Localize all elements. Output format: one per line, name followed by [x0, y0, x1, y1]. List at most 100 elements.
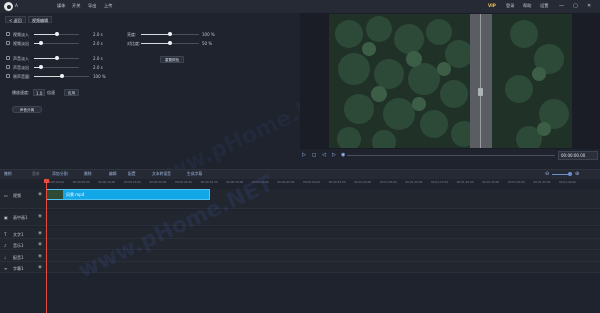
ruler-tick-label: 00:01:10.00 — [405, 180, 423, 184]
apply-button[interactable]: 应用 — [64, 89, 79, 96]
playback-progress[interactable] — [347, 155, 555, 156]
prev-frame-icon[interactable]: ◁ — [322, 152, 326, 158]
ruler-tick-label: 00:00:00.00 — [47, 180, 65, 184]
ruler-tick-label: 00:01:30.00 — [507, 180, 525, 184]
audio-fade-in-label: 声音淡入 — [13, 56, 29, 61]
playhead[interactable] — [46, 181, 47, 313]
add-button[interactable]: 添加 — [52, 171, 60, 177]
redo-button[interactable]: 重做 — [32, 171, 40, 177]
ruler-tick-label: 00:00:10.00 — [98, 180, 116, 184]
zoom-in-icon[interactable]: ⊕ — [575, 171, 579, 177]
audio-fade-out-value: 2.0 s — [93, 65, 103, 70]
car — [478, 88, 483, 96]
tab-video-edit[interactable]: 视频编辑 — [28, 16, 52, 23]
fade-out-slider-knob[interactable] — [38, 41, 43, 45]
fade-out-checkbox[interactable] — [6, 41, 10, 45]
track-row[interactable] — [0, 228, 600, 239]
eye-icon[interactable]: ◉ — [38, 214, 42, 219]
delete-button[interactable]: 删除 — [84, 171, 92, 177]
separate-audio-button[interactable]: 声音分离 — [12, 106, 42, 113]
help-button[interactable]: 帮助 — [523, 3, 531, 9]
minimize-icon[interactable]: — — [559, 3, 564, 9]
ruler-tick-label: 00:00:45.00 — [277, 180, 295, 184]
ruler-tick-label: 00:01:00.00 — [354, 180, 372, 184]
split-button[interactable]: 分割 — [60, 171, 68, 177]
track-row[interactable] — [0, 211, 600, 226]
music-icon: ♪ — [4, 243, 7, 248]
track-name: 画中画1 — [13, 215, 28, 220]
zoom-out-icon[interactable]: ⊖ — [545, 171, 549, 177]
edit-button[interactable]: 编辑 — [109, 171, 117, 177]
login-button[interactable]: 登录 — [506, 3, 514, 9]
menu-toggle[interactable]: 开关 — [72, 3, 80, 9]
snapshot-icon[interactable]: ◉ — [341, 152, 345, 158]
fade-in-slider-fill — [34, 34, 57, 35]
ruler-tick-label: 00:01:20.00 — [456, 180, 474, 184]
maximize-icon[interactable]: ▢ — [573, 3, 578, 9]
contrast-label: 对比度: — [127, 41, 141, 46]
fade-in-checkbox[interactable] — [6, 32, 10, 36]
logo-text: A — [15, 3, 18, 8]
road — [470, 14, 492, 148]
next-frame-icon[interactable]: ▷ — [332, 152, 336, 158]
volume-value: 100 % — [93, 74, 106, 79]
volume-slider-fill — [34, 76, 62, 77]
clip-label: 风景.mp4 — [66, 192, 85, 197]
ruler-tick-label: 00:00:50.00 — [303, 180, 321, 184]
contrast-slider-fill — [141, 43, 170, 44]
zoom-slider-knob[interactable] — [568, 172, 572, 176]
text-to-speech-button[interactable]: 文本转语音 — [152, 171, 171, 177]
forest-road-image — [329, 14, 572, 148]
brightness-slider-knob[interactable] — [168, 32, 172, 36]
generate-subtitle-button[interactable]: 生成字幕 — [187, 171, 202, 177]
menu-export[interactable]: 导出 — [88, 3, 96, 9]
track-name: 字幕1 — [13, 266, 24, 271]
vip-badge[interactable]: VIP — [488, 3, 496, 8]
audio-fade-in-slider-knob[interactable] — [54, 56, 59, 60]
volume-slider-knob[interactable] — [59, 74, 64, 78]
time-display: 00:00:00.00 — [558, 151, 598, 160]
config-button[interactable]: 配置 — [128, 171, 136, 177]
speed-input[interactable]: 1.0 — [33, 89, 45, 96]
brightness-value: 100 % — [202, 32, 215, 37]
fade-in-slider-knob[interactable] — [54, 32, 59, 36]
track-row[interactable] — [0, 239, 600, 250]
contrast-slider-knob[interactable] — [168, 41, 172, 45]
fade-out-value: 2.0 s — [93, 41, 103, 46]
speed-label: 播放速度: — [12, 90, 30, 95]
audio-fade-in-value: 2.0 s — [93, 56, 103, 61]
play-icon[interactable]: ▷ — [302, 152, 306, 158]
ruler-tick-label: 00:01:05.00 — [379, 180, 397, 184]
undo-button[interactable]: 撤销 — [4, 171, 12, 177]
menu-upload[interactable]: 上传 — [104, 3, 112, 9]
track-name: 配音1 — [13, 255, 24, 260]
volume-checkbox[interactable] — [6, 74, 10, 78]
audio-fade-out-label: 声音淡出 — [13, 65, 29, 70]
menu-media[interactable]: 媒体 — [57, 3, 65, 9]
ruler-tick-label: 00:00:20.00 — [149, 180, 167, 184]
ruler-tick-label: 00:01:25.00 — [482, 180, 500, 184]
mic-icon: ♩ — [4, 255, 6, 260]
settings-button[interactable]: 设置 — [540, 3, 548, 9]
reset-color-button[interactable]: 重置颜色 — [160, 56, 184, 63]
ruler-tick-label: 00:00:05.00 — [72, 180, 90, 184]
eye-icon[interactable]: ◉ — [38, 254, 42, 259]
road-centerline — [480, 14, 481, 148]
eye-icon[interactable]: ◉ — [38, 242, 42, 247]
audio-fade-out-checkbox[interactable] — [6, 65, 10, 69]
ruler-tick-label: 00:01:40.00 — [559, 180, 577, 184]
brightness-slider-fill — [141, 34, 170, 35]
close-icon[interactable]: ✕ — [587, 3, 591, 9]
speed-unit: 倍速 — [47, 90, 55, 95]
clip-thumbnail — [47, 190, 63, 199]
eye-icon[interactable]: ◉ — [38, 231, 42, 236]
track-name: 视频 — [13, 193, 21, 198]
audio-fade-in-checkbox[interactable] — [6, 56, 10, 60]
stop-icon[interactable]: ◻ — [312, 152, 316, 158]
audio-fade-in-slider-fill — [34, 58, 57, 59]
back-button[interactable]: < 返回 — [5, 16, 26, 23]
eye-icon[interactable]: ◉ — [38, 192, 42, 197]
ruler-tick-label: 00:00:30.00 — [200, 180, 218, 184]
audio-fade-out-slider-knob[interactable] — [38, 65, 43, 69]
eye-icon[interactable]: ◉ — [38, 265, 42, 270]
